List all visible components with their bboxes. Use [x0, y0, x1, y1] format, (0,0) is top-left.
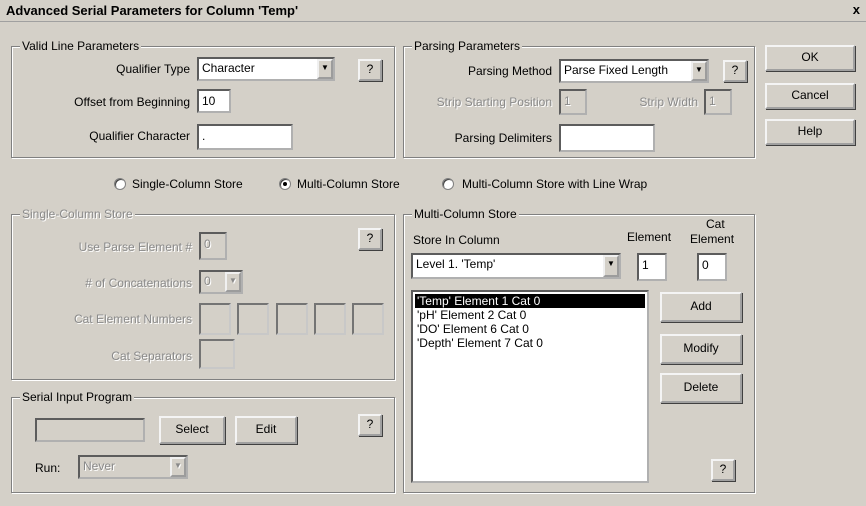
help-label: ?	[731, 63, 739, 77]
concat-label: # of Concatenations	[85, 276, 192, 290]
window-title: Advanced Serial Parameters for Column 'T…	[6, 3, 299, 18]
select-button[interactable]: Select	[159, 416, 225, 444]
multi-help-button[interactable]: ?	[711, 459, 735, 481]
help-label: ?	[366, 231, 374, 245]
parsing-method-label: Parsing Method	[467, 64, 552, 78]
single-store-radio[interactable]	[114, 178, 126, 190]
cat-number-box-3	[276, 303, 308, 335]
help-button[interactable]: Help	[765, 119, 855, 145]
chevron-down-icon[interactable]: ▼	[691, 61, 707, 81]
cat-numbers-label: Cat Element Numbers	[73, 312, 192, 326]
cat-number-box-5	[352, 303, 384, 335]
cat-number-box-4	[314, 303, 346, 335]
title-bar: Advanced Serial Parameters for Column 'T…	[0, 0, 866, 22]
delete-label: Delete	[683, 380, 719, 394]
single-store-help-button[interactable]: ?	[358, 228, 382, 250]
qualifier-type-label: Qualifier Type	[116, 62, 190, 76]
chevron-down-icon: ▼	[225, 272, 241, 292]
cat-element-input[interactable]: 0	[697, 253, 727, 281]
serial-program-legend: Serial Input Program	[20, 390, 135, 404]
use-parse-input: 0	[199, 232, 227, 260]
list-item[interactable]: 'Temp' Element 1 Cat 0	[415, 294, 645, 308]
list-item[interactable]: 'DO' Element 6 Cat 0	[415, 322, 645, 336]
cat-label: Cat	[706, 217, 725, 231]
element-input[interactable]: 1	[637, 253, 667, 281]
list-item[interactable]: 'pH' Element 2 Cat 0	[415, 308, 645, 322]
offset-input[interactable]: 10	[197, 89, 231, 113]
store-in-value: Level 1. 'Temp'	[416, 257, 496, 271]
add-label: Add	[690, 299, 712, 313]
parsing-method-value: Parse Fixed Length	[564, 63, 669, 77]
program-path-input	[35, 418, 145, 442]
cat-number-box-2	[237, 303, 269, 335]
chevron-down-icon[interactable]: ▼	[603, 255, 619, 277]
run-select: Never ▼	[78, 455, 188, 479]
parsing-legend: Parsing Parameters	[412, 39, 523, 53]
delete-button[interactable]: Delete	[660, 373, 742, 403]
multi-wrap-radio-label[interactable]: Multi-Column Store with Line Wrap	[462, 177, 647, 191]
help-button-label: Help	[797, 124, 823, 138]
qualifier-char-label: Qualifier Character	[89, 129, 190, 143]
help-label: ?	[719, 462, 727, 476]
store-in-label: Store In Column	[413, 233, 500, 247]
parsing-method-select[interactable]: Parse Fixed Length ▼	[559, 59, 709, 83]
strip-start-input: 1	[559, 89, 587, 115]
help-label: ?	[366, 417, 374, 431]
delimiters-label: Parsing Delimiters	[454, 131, 552, 145]
chevron-down-icon[interactable]: ▼	[317, 59, 333, 79]
multi-store-legend: Multi-Column Store	[412, 207, 519, 221]
qualifier-char-input[interactable]: .	[197, 124, 293, 150]
modify-button[interactable]: Modify	[660, 334, 742, 364]
run-label: Run:	[35, 461, 61, 475]
ok-button[interactable]: OK	[765, 45, 855, 71]
serial-help-button[interactable]: ?	[358, 414, 382, 436]
multi-wrap-radio[interactable]	[442, 178, 454, 190]
column-list[interactable]: 'Temp' Element 1 Cat 0 'pH' Element 2 Ca…	[411, 290, 649, 483]
element-label: Element	[627, 230, 672, 244]
offset-label: Offset from Beginning	[74, 95, 190, 109]
single-store-legend: Single-Column Store	[20, 207, 135, 221]
multi-store-radio-label[interactable]: Multi-Column Store	[297, 177, 400, 191]
concat-value: 0	[204, 274, 211, 288]
cancel-label: Cancel	[791, 88, 829, 102]
cat-number-box-1	[199, 303, 231, 335]
qualifier-type-value: Character	[202, 61, 255, 75]
cat-sep-box	[199, 339, 235, 369]
cancel-button[interactable]: Cancel	[765, 83, 855, 109]
delimiters-input[interactable]	[559, 124, 655, 152]
strip-width-input: 1	[704, 89, 732, 115]
modify-label: Modify	[683, 341, 719, 355]
edit-button[interactable]: Edit	[235, 416, 297, 444]
valid-line-legend: Valid Line Parameters	[20, 39, 142, 53]
help-label: ?	[366, 62, 374, 76]
store-in-select[interactable]: Level 1. 'Temp' ▼	[411, 253, 621, 279]
ok-label: OK	[801, 50, 819, 64]
serial-program-group: Serial Input Program	[11, 390, 395, 493]
cat-sep-label: Cat Separators	[111, 349, 192, 363]
select-label: Select	[175, 422, 209, 436]
edit-label: Edit	[255, 422, 277, 436]
multi-store-radio[interactable]	[279, 178, 291, 190]
qualifier-help-button[interactable]: ?	[358, 59, 382, 81]
concat-select: 0 ▼	[199, 270, 243, 294]
strip-start-label: Strip Starting Position	[436, 95, 552, 109]
strip-width-label: Strip Width	[639, 95, 698, 109]
chevron-down-icon: ▼	[170, 457, 186, 477]
use-parse-label: Use Parse Element #	[78, 240, 192, 254]
parsing-help-button[interactable]: ?	[723, 60, 747, 82]
add-button[interactable]: Add	[660, 292, 742, 322]
single-store-radio-label[interactable]: Single-Column Store	[132, 177, 243, 191]
list-item[interactable]: 'Depth' Element 7 Cat 0	[415, 336, 645, 350]
cat-element-label: Element	[690, 232, 735, 246]
qualifier-type-select[interactable]: Character ▼	[197, 57, 335, 81]
radio-selected-icon	[283, 182, 287, 186]
run-value: Never	[83, 459, 116, 473]
close-icon[interactable]: x	[853, 2, 860, 17]
